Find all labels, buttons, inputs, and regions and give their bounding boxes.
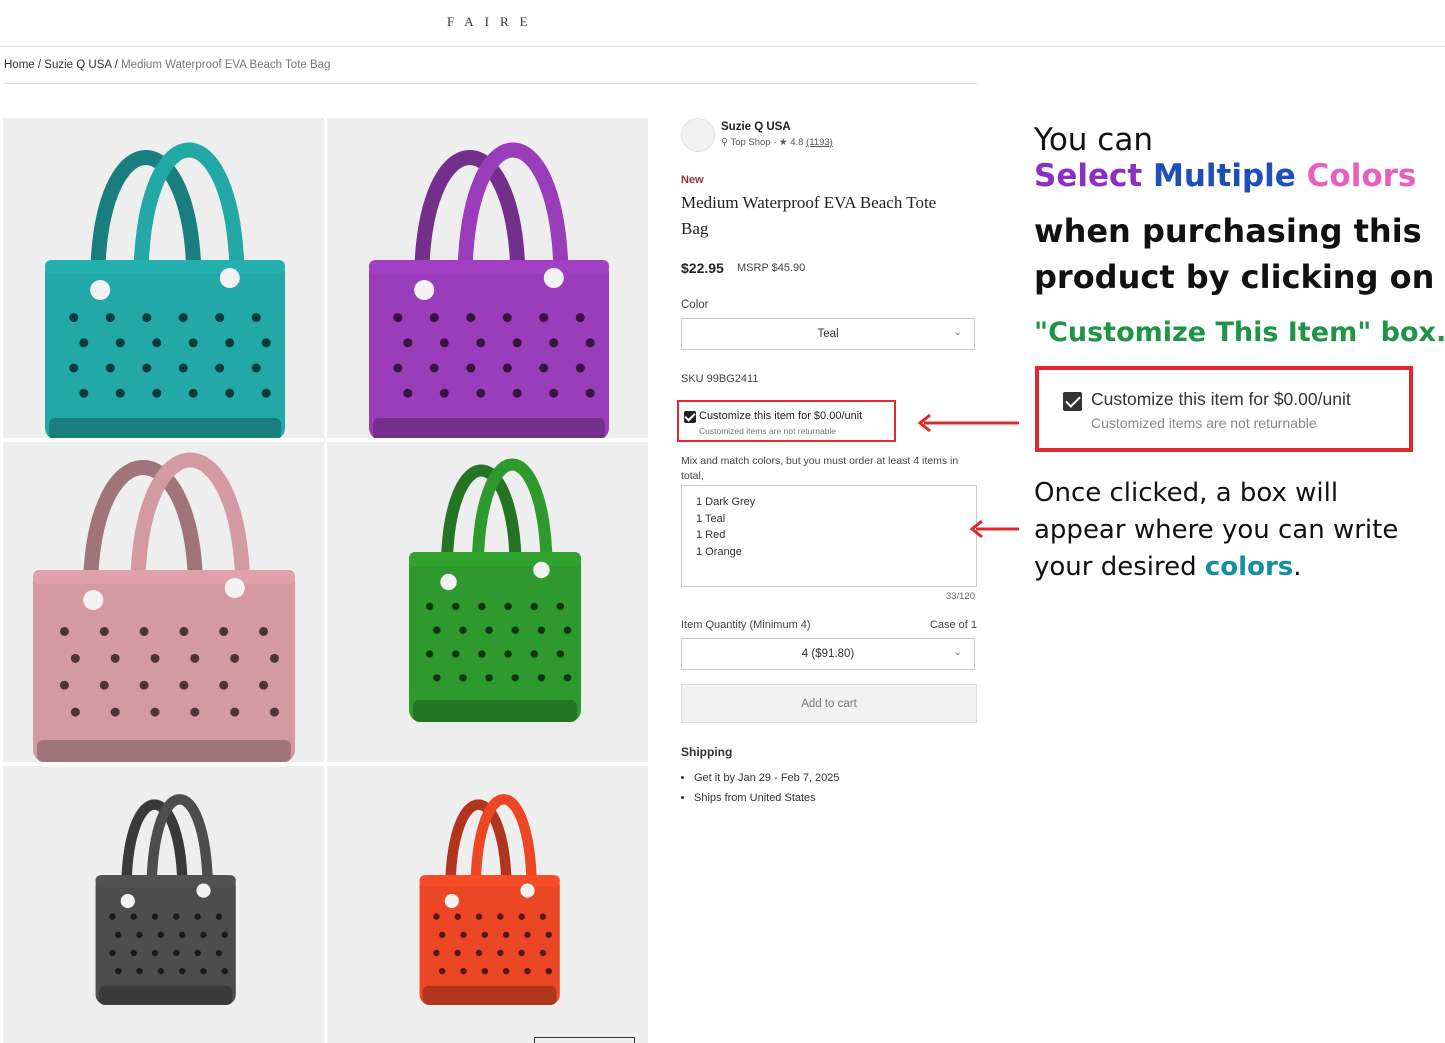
- brand-avatar[interactable]: [681, 118, 715, 152]
- annotation-line-1: You can: [1034, 122, 1153, 158]
- tote-bag-purple: [327, 118, 648, 438]
- quantity-select-value: 4 ($91.80): [801, 648, 855, 660]
- annotation-line-5a: Once clicked, a box will: [1034, 478, 1339, 508]
- star-icon: ★: [779, 137, 788, 148]
- annotation-line-5c: your desired colors.: [1034, 549, 1398, 586]
- rating-value: 4.8: [790, 137, 804, 148]
- new-badge: New: [681, 174, 704, 186]
- annotation-line-5b: appear where you can write: [1034, 515, 1399, 545]
- tote-bag-dark-grey: [24, 766, 303, 1043]
- breadcrumb-current: Medium Waterproof EVA Beach Tote Bag: [121, 59, 331, 71]
- msrp-price: MSRP $45.90: [737, 262, 806, 274]
- top-bar: FAIRE: [0, 0, 1445, 47]
- customize-zoom-callout: Customize this item for $0.00/unit Custo…: [1035, 366, 1413, 452]
- annotation-word-colors-2: colors: [1204, 552, 1294, 582]
- quantity-label: Item Quantity (Minimum 4): [681, 619, 811, 631]
- breadcrumb-divider: [4, 83, 977, 84]
- chevron-down-icon: ⌄: [953, 327, 962, 338]
- location-pin-icon: ⚲: [721, 137, 728, 148]
- tote-bag-green: [327, 442, 648, 762]
- zoom-customize-note: Customized items are not returnable: [1091, 415, 1317, 431]
- product-image-orange[interactable]: [327, 766, 648, 1043]
- annotation-line-5c-pre: your desired: [1034, 552, 1197, 582]
- annotation-word-colors: Colors: [1306, 158, 1417, 194]
- case-label: Case of 1: [929, 619, 977, 631]
- top-shop-badge: Top Shop: [730, 137, 771, 148]
- char-counter: 33/120: [945, 591, 975, 602]
- shipping-list: Get it by Jan 29 - Feb 7, 2025 Ships fro…: [681, 768, 840, 808]
- shipping-title: Shipping: [681, 745, 733, 759]
- annotation-line-5c-post: .: [1293, 552, 1302, 582]
- annotation-line-4: "Customize This Item" box.: [1034, 317, 1445, 348]
- mix-match-note: Mix and match colors, but you must order…: [681, 455, 959, 482]
- color-select[interactable]: Teal ⌄: [681, 318, 975, 350]
- arrow-left-icon: [917, 413, 1019, 433]
- shipping-eta: Get it by Jan 29 - Feb 7, 2025: [694, 768, 840, 788]
- product-image-green[interactable]: [327, 442, 648, 762]
- product-image-purple[interactable]: [327, 118, 648, 438]
- arrow-left-icon: [969, 519, 1019, 539]
- breadcrumb-home[interactable]: Home: [4, 59, 35, 71]
- faire-logo[interactable]: FAIRE: [447, 14, 539, 30]
- product-image-pink[interactable]: [3, 442, 324, 762]
- quantity-select[interactable]: 4 ($91.80) ⌄: [681, 638, 975, 670]
- tote-bag-orange: [348, 766, 627, 1043]
- annotation-line-5: Once clicked, a box will appear where yo…: [1034, 475, 1398, 586]
- product-gallery: [3, 118, 650, 1043]
- customize-label[interactable]: Customize this item for $0.00/unit: [699, 410, 862, 422]
- product-image-dark-grey[interactable]: [3, 766, 324, 1043]
- bottom-tab-edge: [534, 1037, 635, 1043]
- product-image-teal[interactable]: [3, 118, 324, 438]
- review-count-link[interactable]: (1193): [806, 137, 833, 148]
- brand-meta: ⚲ Top Shop · ★ 4.8 (1193): [721, 137, 833, 148]
- product-title: Medium Waterproof EVA Beach Tote Bag: [681, 193, 937, 238]
- zoom-checkbox: [1063, 392, 1082, 411]
- chevron-down-icon: ⌄: [953, 647, 962, 658]
- annotation-line-3a: when purchasing this: [1034, 212, 1422, 250]
- zoom-customize-label: Customize this item for $0.00/unit: [1091, 389, 1351, 409]
- annotation-word-select: Select: [1034, 158, 1143, 194]
- wholesale-price: $22.95: [681, 260, 724, 276]
- customize-checkbox[interactable]: [684, 411, 696, 423]
- tote-bag-pink: [3, 442, 324, 762]
- breadcrumb: Home / Suzie Q USA / Medium Waterproof E…: [4, 59, 331, 71]
- customize-note: Customized items are not returnable: [699, 426, 837, 436]
- breadcrumb-brand[interactable]: Suzie Q USA: [44, 59, 111, 71]
- shipping-origin: Ships from United States: [694, 788, 840, 808]
- customize-highlight-box: Customize this item for $0.00/unit Custo…: [677, 400, 896, 442]
- brand-name[interactable]: Suzie Q USA: [721, 121, 791, 133]
- customization-textarea[interactable]: 1 Dark Grey 1 Teal 1 Red 1 Orange: [681, 485, 977, 587]
- annotation-line-2: Select Multiple Colors: [1034, 158, 1416, 194]
- annotation-line-3b: product by clicking on: [1034, 258, 1435, 296]
- annotation-line-3: when purchasing this product by clicking…: [1034, 208, 1434, 300]
- annotation-word-multiple: Multiple: [1153, 158, 1296, 194]
- tote-bag-teal: [3, 118, 324, 438]
- color-select-value: Teal: [817, 328, 839, 340]
- sku-text: SKU 99BG2411: [681, 373, 759, 385]
- add-to-cart-button[interactable]: Add to cart: [681, 684, 977, 723]
- color-label: Color: [681, 299, 709, 311]
